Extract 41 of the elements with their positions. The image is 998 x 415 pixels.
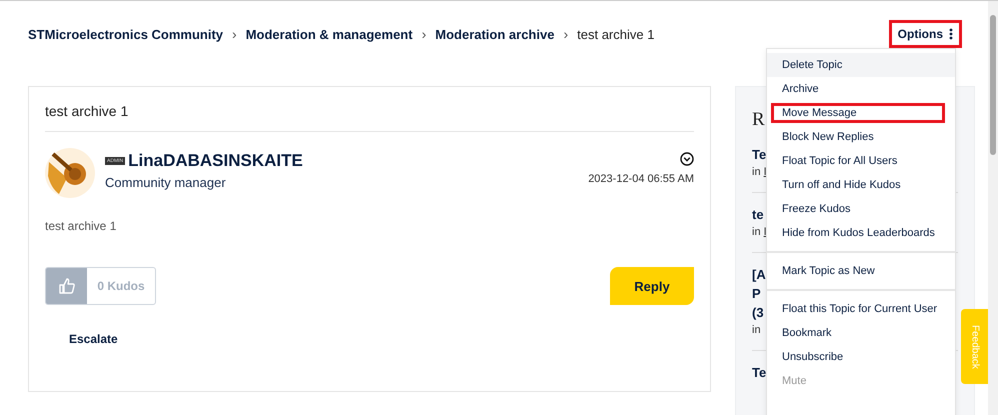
escalate-link[interactable]: Escalate bbox=[69, 332, 118, 346]
board-label: in I bbox=[752, 166, 767, 178]
author-name[interactable]: LinaDABASINSKAITE bbox=[128, 151, 303, 171]
breadcrumb-separator: › bbox=[422, 26, 426, 42]
menu-item[interactable]: Unsubscribe bbox=[767, 345, 955, 369]
breadcrumb-separator: › bbox=[232, 26, 237, 42]
chevron-down-icon[interactable] bbox=[680, 152, 694, 166]
menu-item[interactable]: Float Topic for All Users bbox=[767, 149, 955, 173]
options-button[interactable]: Options bbox=[888, 20, 962, 48]
post-body: test archive 1 bbox=[45, 219, 118, 233]
breadcrumb-link[interactable]: Moderation archive bbox=[435, 26, 554, 42]
post-date: 2023-12-04 06:55 AM bbox=[588, 173, 694, 185]
breadcrumb-link[interactable]: STMicroelectronics Community bbox=[28, 26, 224, 42]
post-title: test archive 1 bbox=[45, 87, 694, 132]
menu-item[interactable]: Freeze Kudos bbox=[767, 197, 955, 221]
menu-item[interactable]: Hide from Kudos Leaderboards bbox=[767, 221, 955, 245]
thumbs-up-icon bbox=[58, 277, 76, 295]
topic-link[interactable]: te bbox=[752, 207, 764, 223]
menu-item[interactable]: Float this Topic for Current User bbox=[767, 297, 955, 321]
breadcrumb-separator: › bbox=[563, 26, 568, 42]
menu-item[interactable]: Move Message bbox=[769, 101, 947, 125]
topic-link[interactable]: (3 bbox=[752, 305, 764, 321]
kebab-icon bbox=[949, 28, 953, 40]
topic-link[interactable]: Te bbox=[752, 147, 766, 163]
topic-link[interactable]: [A bbox=[752, 267, 766, 283]
scrollbar-thumb[interactable] bbox=[990, 15, 996, 155]
menu-item[interactable]: Delete Topic bbox=[767, 53, 955, 77]
menu-item[interactable]: Archive bbox=[767, 77, 955, 101]
topic-link[interactable]: P bbox=[752, 286, 761, 302]
sidebar-heading: R bbox=[752, 109, 765, 131]
reply-button[interactable]: Reply bbox=[610, 267, 694, 305]
board-label: in I bbox=[752, 226, 767, 238]
avatar-icon bbox=[45, 148, 95, 198]
topic-link[interactable]: Te bbox=[752, 365, 766, 381]
menu-item[interactable]: Block New Replies bbox=[767, 125, 955, 149]
author-role: Community manager bbox=[105, 175, 227, 190]
breadcrumb-link[interactable]: Moderation & management bbox=[246, 26, 413, 42]
menu-item[interactable]: Mark Topic as New bbox=[767, 259, 955, 283]
menu-item[interactable]: Bookmark bbox=[767, 321, 955, 345]
menu-item[interactable]: Turn off and Hide Kudos bbox=[767, 173, 955, 197]
board-label: in bbox=[752, 324, 761, 336]
